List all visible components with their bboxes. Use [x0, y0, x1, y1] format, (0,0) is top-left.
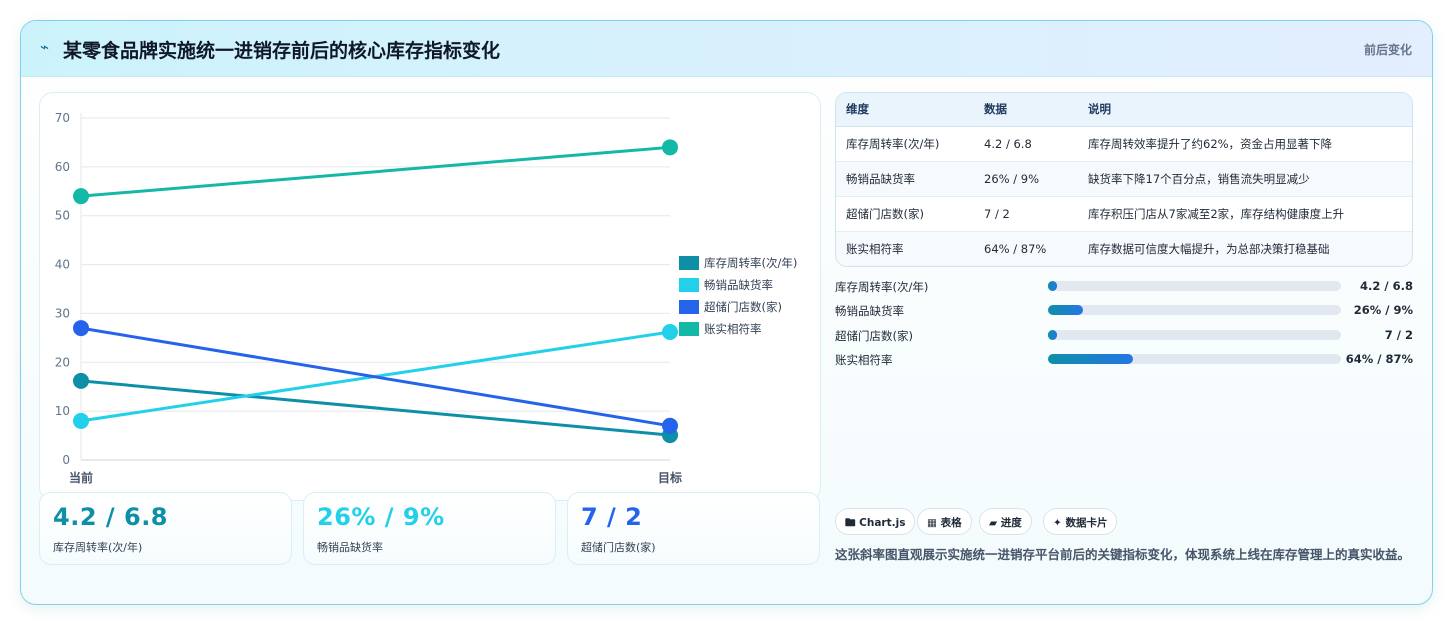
header-badge: 前后变化	[1363, 43, 1412, 57]
x-tick-label: 当前	[69, 470, 93, 485]
progress-track	[1048, 330, 1341, 340]
progress-row: 畅销品缺货率 26% / 9%	[835, 300, 1413, 320]
progress-value: 26% / 9%	[1353, 303, 1413, 317]
progress-fill	[1048, 354, 1133, 364]
progress-label: 库存周转率(次/年)	[835, 280, 929, 294]
progress-value: 4.2 / 6.8	[1360, 279, 1413, 293]
progress-track	[1048, 354, 1341, 364]
kpi-value: 7 / 2	[581, 503, 643, 531]
progress-label: 超储门店数(家)	[835, 329, 913, 343]
cell-data: 64% / 87%	[974, 231, 1078, 266]
legend-label: 超储门店数(家)	[704, 300, 782, 314]
chart-description: 这张斜率图直观展示实施统一进销存平台前后的关键指标变化，体现系统上线在库存管理上…	[835, 547, 1411, 562]
y-tick-label: 30	[55, 306, 70, 320]
progress-row: 超储门店数(家) 7 / 2	[835, 325, 1413, 345]
data-point	[73, 320, 89, 337]
cell-dimension: 畅销品缺货率	[836, 161, 974, 197]
progress-track	[1048, 305, 1341, 315]
kpi-card-stockout: 26% / 9% 畅销品缺货率	[303, 492, 556, 565]
tag-table[interactable]: ▦ 表格	[917, 508, 972, 535]
progress-label: 畅销品缺货率	[835, 304, 904, 318]
col-header-note: 说明	[1078, 93, 1412, 127]
y-tick-label: 10	[55, 404, 70, 418]
card-header: ⌁ 某零食品牌实施统一进销存前后的核心库存指标变化 前后变化	[21, 21, 1432, 77]
kpi-label: 超储门店数(家)	[581, 541, 656, 554]
data-point	[73, 412, 89, 429]
slope-chart: 0 10 20 30 40 50 60 70 当前 目标 库存周转率(次/年) 畅销品缺货率 超储门店数…	[39, 92, 821, 501]
page-title: 某零食品牌实施统一进销存前后的核心库存指标变化	[63, 40, 501, 62]
col-header-data: 数据	[974, 93, 1078, 127]
kpi-label: 畅销品缺货率	[317, 541, 383, 554]
kpi-label: 库存周转率(次/年)	[53, 541, 143, 554]
progress-row: 库存周转率(次/年) 4.2 / 6.8	[835, 276, 1413, 296]
progress-label: 账实相符率	[835, 353, 893, 367]
kpi-value: 4.2 / 6.8	[53, 503, 169, 531]
cell-dimension: 账实相符率	[836, 231, 974, 266]
legend-label: 库存周转率(次/年)	[704, 256, 797, 270]
legend-swatch	[679, 256, 699, 270]
table-row: 账实相符率 64% / 87% 库存数据可信度大幅提升，为总部决策打稳基础	[836, 231, 1412, 266]
legend-swatch	[679, 278, 699, 292]
cell-data: 26% / 9%	[974, 161, 1078, 197]
chart-svg: 0 10 20 30 40 50 60 70 当前 目标 库存周转率(次/年) 畅销品缺货率超储门店数…	[55, 111, 798, 485]
y-tick-label: 60	[55, 160, 70, 174]
y-tick-label: 40	[55, 258, 70, 272]
kpi-card-turnover: 4.2 / 6.8 库存周转率(次/年)	[39, 492, 292, 565]
progress-fill	[1048, 330, 1057, 340]
metrics-table: 维度 数据 说明 库存周转率(次/年) 4.2 / 6.8 库存周转效率提升了约…	[835, 92, 1413, 267]
cell-note: 库存积压门店从7家减至2家，库存结构健康度上升	[1078, 196, 1412, 232]
data-point	[662, 139, 678, 156]
tag-chartjs[interactable]: 🖿 Chart.js	[835, 508, 916, 535]
y-tick-label: 0	[62, 453, 70, 467]
tag-progress[interactable]: ▰ 进度	[979, 508, 1032, 535]
progress-value: 64% / 87%	[1345, 352, 1413, 366]
data-point	[73, 372, 89, 389]
cell-data: 4.2 / 6.8	[974, 126, 1078, 162]
table-row: 畅销品缺货率 26% / 9% 缺货率下降17个百分点，销售流失明显减少	[836, 161, 1412, 197]
data-point	[662, 417, 678, 434]
cell-note: 库存数据可信度大幅提升，为总部决策打稳基础	[1078, 231, 1412, 266]
cell-data: 7 / 2	[974, 196, 1078, 232]
progress-row: 账实相符率 64% / 87%	[835, 349, 1413, 369]
col-header-dimension: 维度	[836, 93, 974, 127]
data-point	[73, 188, 89, 205]
legend-swatch	[679, 300, 699, 314]
legend-swatch	[679, 322, 699, 336]
progress-track	[1048, 281, 1341, 291]
table-row: 库存周转率(次/年) 4.2 / 6.8 库存周转效率提升了约62%，资金占用显…	[836, 126, 1412, 162]
progress-fill	[1048, 305, 1084, 315]
y-tick-label: 50	[55, 209, 70, 223]
legend-label: 畅销品缺货率	[704, 278, 773, 292]
kpi-value: 26% / 9%	[317, 503, 445, 531]
cell-note: 缺货率下降17个百分点，销售流失明显减少	[1078, 161, 1412, 197]
y-tick-label: 20	[55, 355, 70, 369]
table-header-row: 维度 数据 说明	[836, 93, 1412, 127]
lightning-icon: ⌁	[40, 38, 50, 56]
cell-dimension: 库存周转率(次/年)	[836, 126, 974, 162]
cell-dimension: 超储门店数(家)	[836, 196, 974, 232]
progress-fill	[1048, 281, 1057, 291]
y-tick-label: 70	[55, 111, 70, 125]
tag-data-card[interactable]: ✦ 数据卡片	[1043, 508, 1118, 535]
progress-value: 7 / 2	[1384, 328, 1413, 342]
kpi-card-overstock: 7 / 2 超储门店数(家)	[567, 492, 820, 565]
table-row: 超储门店数(家) 7 / 2 库存积压门店从7家减至2家，库存结构健康度上升	[836, 196, 1412, 232]
legend-label: 账实相符率	[704, 322, 762, 336]
series-line	[80, 145, 671, 198]
cell-note: 库存周转效率提升了约62%，资金占用显著下降	[1078, 126, 1412, 162]
x-tick-label: 目标	[658, 470, 682, 485]
data-point	[662, 323, 678, 340]
